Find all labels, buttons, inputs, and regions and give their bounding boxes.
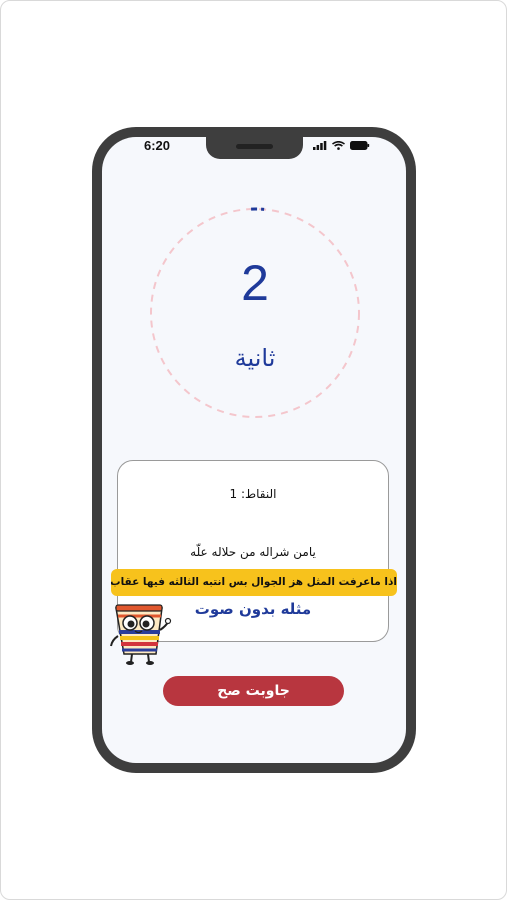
answered-correctly-button[interactable]: جاوبت صح xyxy=(163,676,344,706)
timer-ring xyxy=(150,207,360,418)
timer-unit-label: ثانية xyxy=(234,344,276,372)
countdown-timer: 2 ثانية xyxy=(148,206,362,420)
timer-ring-track xyxy=(150,208,360,418)
mascot-character-icon xyxy=(110,604,172,665)
status-icons xyxy=(313,141,370,150)
proverb-start-text: يامن شراله من حلاله علّه xyxy=(190,545,316,559)
battery-icon xyxy=(350,141,370,150)
wifi-icon xyxy=(332,141,345,150)
timer-seconds: 2 xyxy=(241,255,269,311)
hint-banner: اذا ماعرفت المثل هز الجوال بس انتبه الثا… xyxy=(111,569,397,596)
phone-notch xyxy=(206,137,303,159)
cellular-signal-icon xyxy=(313,141,327,150)
score-label: النقاط: 1 xyxy=(229,487,277,501)
app-screen: 6:20 2 ثانية النقاط: 1 يامن شراله من حلا… xyxy=(102,137,406,763)
status-time: 6:20 xyxy=(144,138,171,153)
speaker-grille xyxy=(236,144,273,149)
